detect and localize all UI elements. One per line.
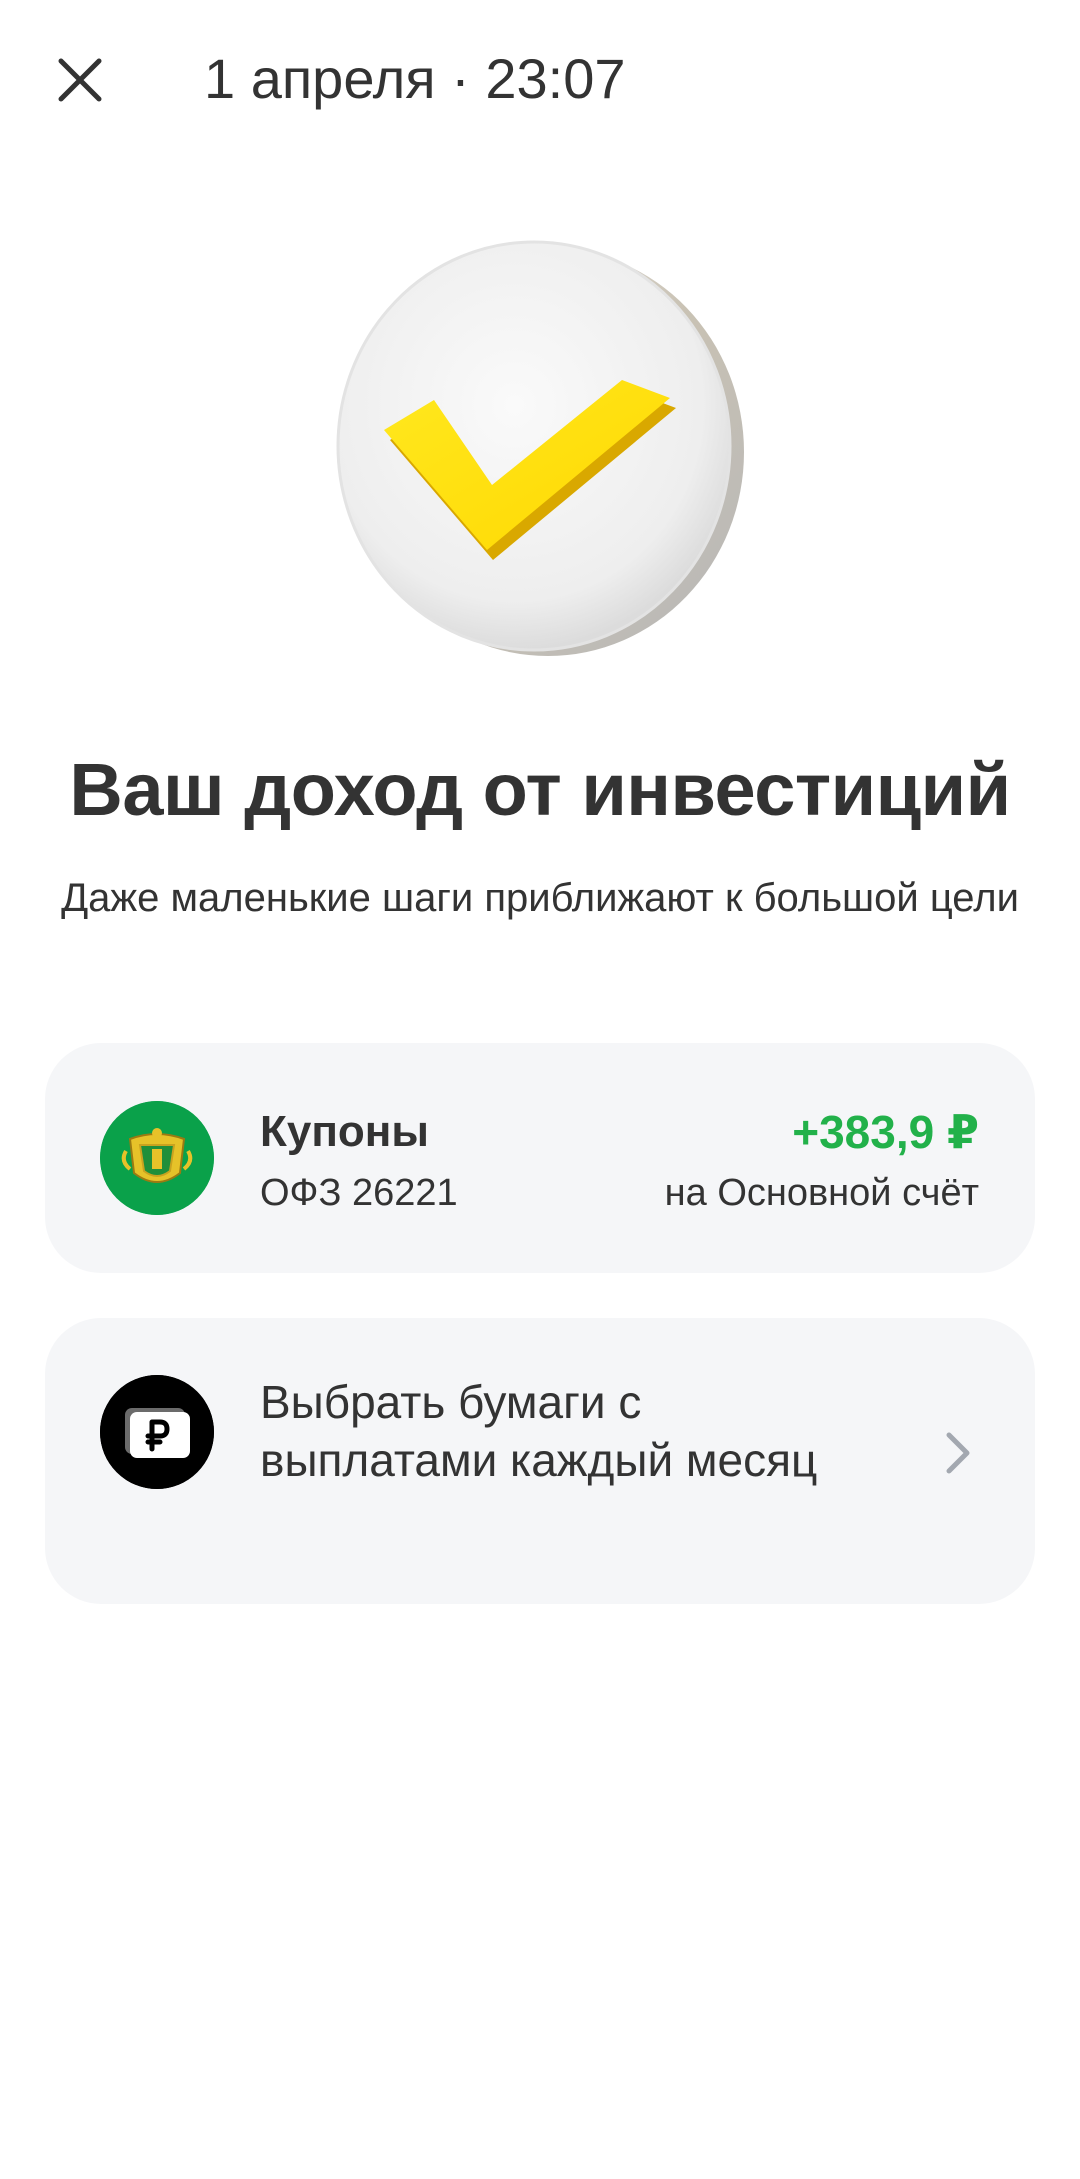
close-icon — [58, 58, 102, 102]
select-securities-label: Выбрать бумаги с выплатами каждый месяц — [260, 1376, 818, 1486]
coupon-security: ОФЗ 26221 — [260, 1172, 458, 1214]
close-button[interactable] — [48, 48, 112, 112]
coupon-destination: на Основной счёт — [664, 1172, 979, 1214]
checkmark-coin-icon — [336, 240, 744, 656]
ofz-emblem-icon — [100, 1101, 214, 1215]
header-title: 1 апреля · 23:07 — [204, 47, 626, 110]
select-securities-button[interactable]: Выбрать бумаги с выплатами каждый месяц — [45, 1318, 1035, 1604]
chevron-right-icon — [946, 1432, 970, 1474]
coupon-name: Купоны — [260, 1107, 429, 1156]
page-title: Ваш доход от инвестиций — [69, 748, 1011, 831]
coupon-amount: +383,9 ₽ — [792, 1106, 979, 1158]
coupons-card: Купоны ОФЗ 26221 +383,9 ₽ на Основной сч… — [45, 1043, 1035, 1273]
ruble-wallet-icon — [100, 1375, 214, 1489]
page-subtitle: Даже маленькие шаги приближают к большой… — [61, 876, 1019, 920]
hero-image — [322, 230, 758, 666]
header: 1 апреля · 23:07 — [0, 0, 1080, 160]
